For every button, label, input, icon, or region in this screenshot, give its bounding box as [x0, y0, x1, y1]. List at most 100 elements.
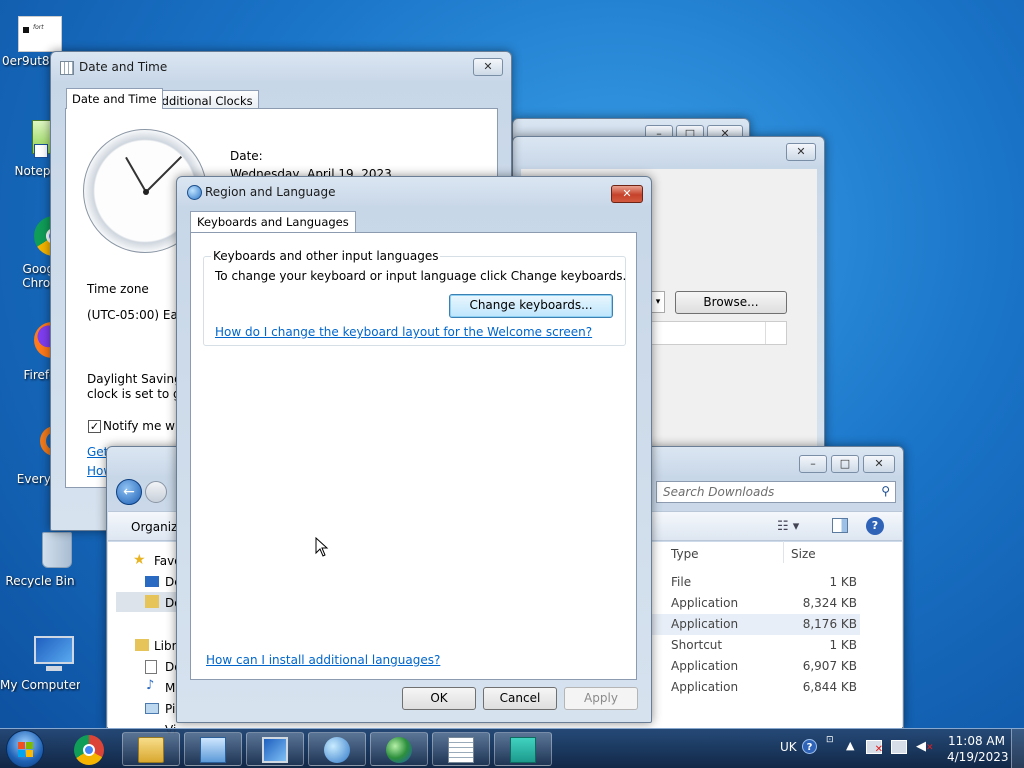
file-size: 8,324 KB	[802, 596, 857, 610]
volume-icon[interactable]: ◀✕	[916, 739, 934, 754]
file-type: Application	[671, 617, 739, 631]
window-title: Date and Time	[79, 60, 168, 74]
globe-icon	[187, 185, 202, 200]
music-icon: ♪	[146, 678, 155, 693]
column-header-size[interactable]: Size	[791, 547, 816, 561]
folder-icon	[138, 737, 164, 763]
show-hidden-icons[interactable]: ▲	[846, 739, 854, 752]
help-icon[interactable]: ?	[866, 517, 884, 535]
table-row[interactable]: Shortcut 1 KB	[652, 635, 860, 656]
taskbar-globe[interactable]	[370, 732, 428, 766]
taskbar-system[interactable]	[246, 732, 304, 766]
table-row[interactable]: Application 8,324 KB	[652, 593, 860, 614]
taskbar-control-panel[interactable]	[184, 732, 242, 766]
star-icon: ★	[133, 552, 146, 568]
browse-button[interactable]: Browse...	[675, 291, 787, 314]
apply-button[interactable]: Apply	[564, 687, 638, 710]
table-row[interactable]: Application 6,907 KB	[652, 656, 860, 677]
taskbar-date-time[interactable]	[432, 732, 490, 766]
show-desktop-button[interactable]	[1011, 729, 1024, 768]
computer-icon	[18, 632, 74, 676]
table-row-selected[interactable]: Application 8,176 KB	[652, 614, 860, 635]
desktop-icon-label: My Computer	[0, 678, 80, 692]
nav-pictures[interactable]: Pi	[165, 702, 175, 716]
network-icon[interactable]	[891, 740, 907, 754]
close-button[interactable]: ✕	[611, 185, 643, 203]
notify-label: Notify me wh	[103, 419, 183, 433]
start-button[interactable]	[6, 730, 44, 768]
globe-icon	[386, 737, 412, 763]
cancel-button[interactable]: Cancel	[483, 687, 557, 710]
welcome-screen-link[interactable]: How do I change the keyboard layout for …	[215, 325, 592, 339]
file-size: 1 KB	[829, 575, 857, 589]
taskbar-region[interactable]	[308, 732, 366, 766]
forward-button[interactable]	[145, 481, 167, 503]
time-zone-label: Time zone	[87, 282, 149, 296]
document-icon: fort	[18, 16, 62, 52]
calendar-icon	[60, 61, 74, 75]
file-size: 8,176 KB	[802, 617, 857, 631]
install-languages-link[interactable]: How can I install additional languages?	[206, 653, 440, 667]
view-icon[interactable]: ☷ ▾	[777, 519, 799, 534]
column-divider	[783, 541, 784, 563]
table-row[interactable]: Application 6,844 KB	[652, 677, 860, 698]
change-keyboards-button[interactable]: Change keyboards...	[449, 294, 613, 318]
mouse-cursor	[315, 537, 329, 557]
close-button[interactable]: ✕	[786, 143, 816, 161]
desktop-icon-recycle-bin[interactable]: Recycle Bin	[0, 528, 80, 588]
taskbar-downloads[interactable]	[494, 732, 552, 766]
downloads-folder-icon	[145, 595, 159, 608]
taskbar-explorer[interactable]	[122, 732, 180, 766]
group-label: Keyboards and other input languages	[211, 249, 441, 263]
file-type: Application	[671, 596, 739, 610]
help-icon[interactable]: ?	[802, 739, 817, 754]
file-type: Application	[671, 680, 739, 694]
ok-button[interactable]: OK	[402, 687, 476, 710]
monitor-icon	[262, 737, 288, 763]
region-icon	[324, 737, 350, 763]
nav-music[interactable]: M	[165, 681, 175, 695]
dropdown-arrow[interactable]: ▾	[651, 291, 665, 313]
nav-libraries[interactable]: Libr	[154, 639, 177, 653]
desktop-icon-label: Recycle Bin	[5, 574, 75, 588]
documents-icon	[145, 660, 157, 674]
file-type: Shortcut	[671, 638, 723, 652]
note-text: fort	[33, 24, 44, 31]
search-icon[interactable]: ⚲	[881, 484, 890, 498]
taskbar: UK ? ⊡ ▲ ✕ ◀✕ 11:08 AM 4/19/2023	[0, 728, 1024, 768]
notify-checkbox[interactable]: ✓	[88, 420, 101, 433]
action-center-icon[interactable]: ✕	[866, 740, 883, 755]
dialog-title: Region and Language	[205, 185, 336, 199]
ime-icon[interactable]: ⊡	[826, 735, 834, 745]
file-type: File	[671, 575, 692, 589]
region-and-language-dialog[interactable]: Region and Language ✕ Keyboards and Lang…	[176, 176, 652, 723]
desktop-icon-my-computer[interactable]: My Computer	[0, 632, 80, 692]
list-header	[651, 321, 787, 345]
language-indicator[interactable]: UK	[780, 740, 797, 754]
clock-date[interactable]: 4/19/2023	[947, 750, 1009, 764]
dst-text-line2: clock is set to go	[87, 387, 189, 401]
table-row[interactable]: File 1 KB	[652, 572, 860, 593]
search-box[interactable]: Search Downloads ⚲	[656, 481, 896, 503]
clock-time[interactable]: 11:08 AM	[948, 734, 1005, 748]
file-type: Application	[671, 659, 739, 673]
search-input[interactable]: Search Downloads	[663, 485, 774, 499]
taskbar-chrome[interactable]	[70, 732, 108, 766]
file-size: 6,844 KB	[802, 680, 857, 694]
desktop-folder-icon	[145, 576, 159, 587]
close-button[interactable]: ✕	[473, 58, 503, 76]
calendar-clock-icon	[448, 737, 474, 763]
tab-keyboards-and-languages[interactable]: Keyboards and Languages	[190, 211, 356, 232]
tab-date-and-time[interactable]: Date and Time	[66, 88, 163, 109]
column-header-type[interactable]: Type	[671, 547, 699, 561]
preview-pane-icon[interactable]	[832, 518, 848, 533]
file-size: 1 KB	[829, 638, 857, 652]
date-label: Date:	[230, 149, 263, 163]
minimize-button[interactable]: –	[799, 455, 827, 473]
file-size: 6,907 KB	[802, 659, 857, 673]
back-button[interactable]: ←	[116, 479, 142, 505]
recycle-bin-icon	[18, 528, 72, 572]
libraries-icon	[135, 639, 149, 651]
close-button[interactable]: ✕	[863, 455, 895, 473]
maximize-button[interactable]: □	[831, 455, 859, 473]
